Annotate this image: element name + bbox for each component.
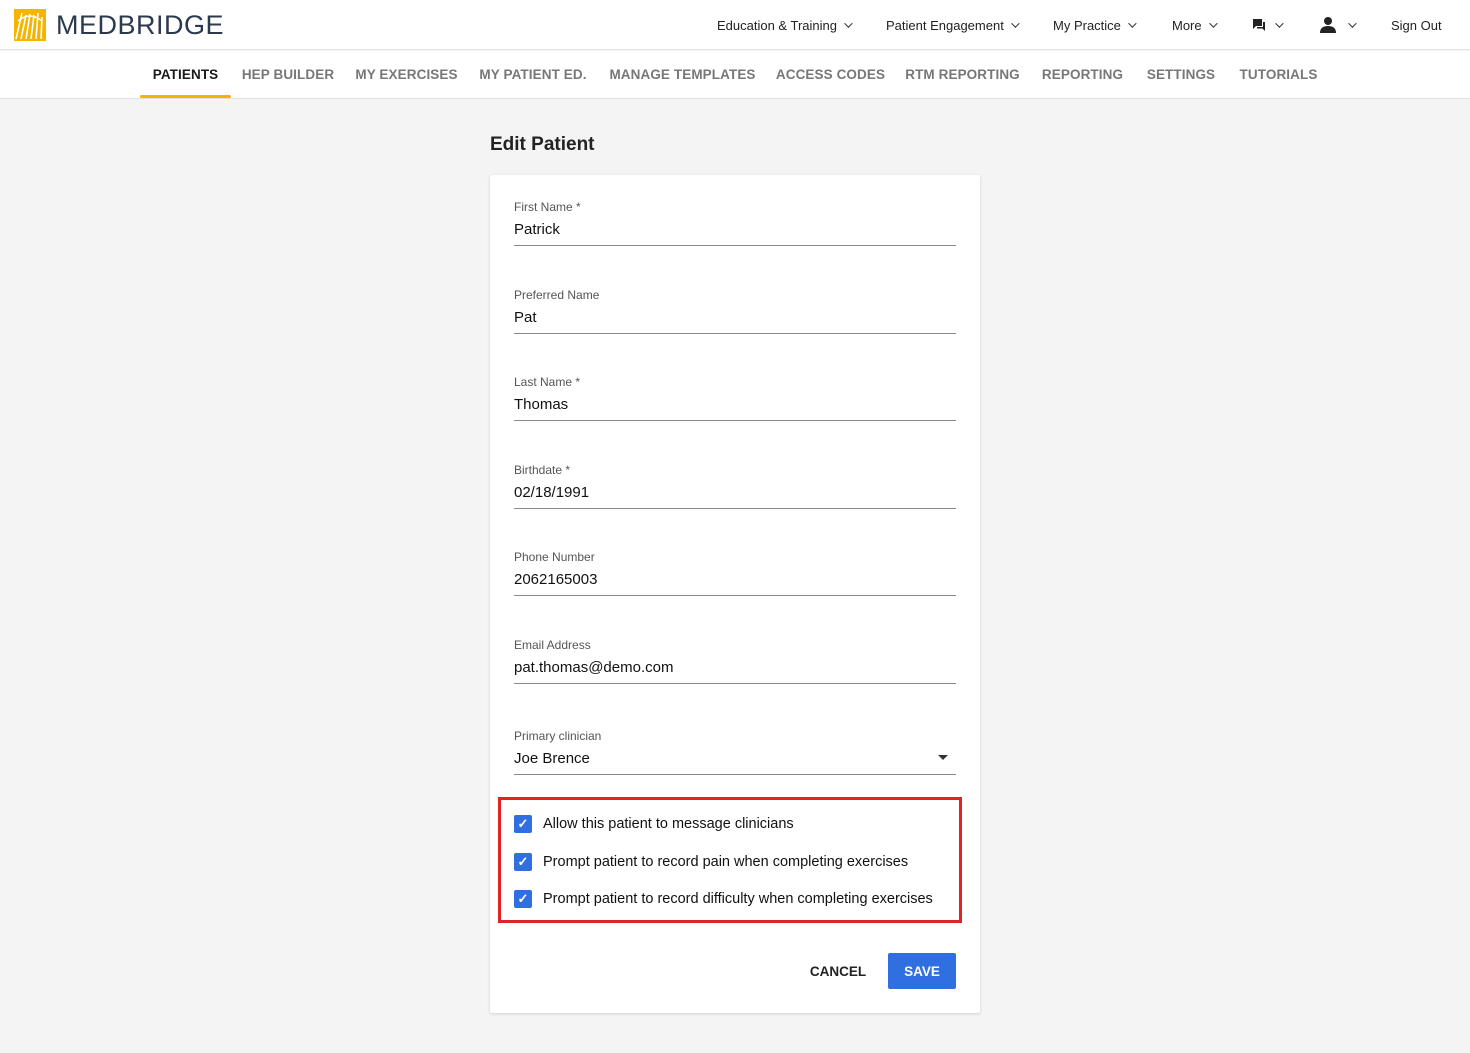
chevron-down-icon (844, 19, 853, 28)
messages-button[interactable] (1252, 0, 1284, 50)
checkbox-checked[interactable]: ✓ (514, 853, 532, 871)
record-difficulty-label: Prompt patient to record difficulty when… (543, 891, 933, 907)
field-underline (514, 508, 956, 509)
chevron-down-icon (1010, 19, 1020, 28)
nav-education-training[interactable]: Education & Training (717, 0, 853, 50)
email-field[interactable]: Email Address pat.thomas@demo.com (514, 638, 956, 684)
nav-patient-engagement[interactable]: Patient Engagement (886, 0, 1020, 50)
preferred-name-value[interactable]: Pat (514, 309, 956, 327)
chevron-down-icon (1348, 19, 1357, 28)
cancel-button[interactable]: CANCEL (800, 954, 876, 988)
preferred-name-label: Preferred Name (514, 288, 600, 302)
first-name-value[interactable]: Patrick (514, 221, 956, 239)
section-tabs: PATIENTS HEP BUILDER MY EXERCISES MY PAT… (0, 51, 1470, 99)
tab-my-patient-ed[interactable]: MY PATIENT ED. (472, 51, 594, 99)
sign-out-label: Sign Out (1391, 17, 1442, 33)
email-label: Email Address (514, 638, 591, 652)
medbridge-logo-icon (14, 9, 46, 41)
nav-education-label: Education & Training (717, 17, 837, 33)
record-pain-label: Prompt patient to record pain when compl… (543, 854, 909, 870)
email-value[interactable]: pat.thomas@demo.com (514, 659, 956, 677)
tab-tutorials[interactable]: TUTORIALS (1232, 51, 1325, 99)
tab-access-codes[interactable]: ACCESS CODES (771, 51, 890, 99)
last-name-field[interactable]: Last Name * Thomas (514, 375, 956, 421)
checkbox-checked[interactable]: ✓ (514, 890, 532, 908)
primary-clinician-label: Primary clinician (514, 729, 602, 743)
phone-number-value[interactable]: 2062165003 (514, 571, 956, 589)
allow-messaging-label: Allow this patient to message clinicians (543, 816, 794, 832)
preferred-name-field[interactable]: Preferred Name Pat (514, 288, 956, 334)
tab-manage-templates[interactable]: MANAGE TEMPLATES (602, 51, 763, 99)
active-tab-indicator (140, 95, 231, 98)
chevron-down-icon (1208, 19, 1218, 28)
user-menu-button[interactable] (1319, 0, 1357, 50)
tab-patients[interactable]: PATIENTS (140, 51, 231, 99)
field-underline (514, 595, 956, 596)
tab-settings[interactable]: SETTINGS (1138, 51, 1224, 99)
birthdate-label: Birthdate * (514, 463, 571, 477)
nav-practice-label: My Practice (1053, 17, 1121, 33)
sign-out-link[interactable]: Sign Out (1391, 0, 1442, 50)
allow-messaging-option[interactable]: ✓ Allow this patient to message clinicia… (514, 815, 794, 833)
page-title: Edit Patient (490, 134, 595, 155)
first-name-field[interactable]: First Name * Patrick (514, 200, 956, 246)
chevron-down-icon (1275, 19, 1284, 28)
tab-rtm-reporting[interactable]: RTM REPORTING (898, 51, 1027, 99)
top-bar: MEDBRIDGE Education & Training Patient E… (0, 0, 1470, 50)
primary-clinician-select[interactable]: Primary clinician Joe Brence (514, 729, 956, 775)
person-icon (1320, 17, 1336, 33)
phone-number-field[interactable]: Phone Number 2062165003 (514, 550, 956, 596)
nav-more-label: More (1172, 17, 1202, 33)
record-pain-option[interactable]: ✓ Prompt patient to record pain when com… (514, 853, 908, 871)
brand-name: MEDBRIDGE (56, 9, 225, 40)
birthdate-value[interactable]: 02/18/1991 (514, 484, 956, 502)
last-name-value[interactable]: Thomas (514, 396, 956, 414)
field-underline (514, 683, 956, 684)
last-name-label: Last Name * (514, 375, 581, 389)
tab-reporting[interactable]: REPORTING (1035, 51, 1130, 99)
record-difficulty-option[interactable]: ✓ Prompt patient to record difficulty wh… (514, 890, 933, 908)
primary-clinician-value[interactable]: Joe Brence (514, 750, 956, 768)
tab-my-exercises[interactable]: MY EXERCISES (349, 51, 464, 99)
save-button[interactable]: SAVE (888, 953, 956, 989)
field-underline (514, 333, 956, 334)
nav-more[interactable]: More (1172, 0, 1218, 50)
nav-my-practice[interactable]: My Practice (1053, 0, 1137, 50)
dropdown-arrow-icon[interactable] (938, 755, 948, 760)
nav-engagement-label: Patient Engagement (886, 17, 1004, 33)
chevron-down-icon (1128, 19, 1137, 28)
birthdate-field[interactable]: Birthdate * 02/18/1991 (514, 463, 956, 509)
first-name-label: First Name * (514, 200, 581, 214)
field-underline (514, 774, 956, 775)
medbridge-logo[interactable]: MEDBRIDGE (14, 9, 224, 41)
field-underline (514, 420, 956, 421)
chat-icon (1253, 19, 1265, 31)
phone-number-label: Phone Number (514, 550, 595, 564)
field-underline (514, 245, 956, 246)
tab-hep-builder[interactable]: HEP BUILDER (235, 51, 341, 99)
checkbox-checked[interactable]: ✓ (514, 815, 532, 833)
